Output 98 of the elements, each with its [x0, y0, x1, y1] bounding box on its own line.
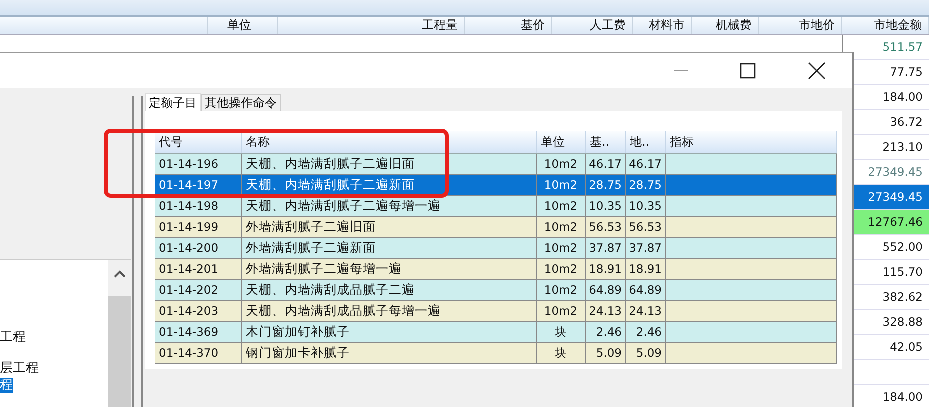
table-row[interactable]: 01-14-198 天棚、内墙满刮腻子二遍每增一遍 10m2 10.35 10.35	[155, 196, 837, 217]
scroll-up-icon[interactable]	[114, 270, 126, 278]
splitter[interactable]	[132, 96, 143, 407]
table-cell: 24.13	[626, 301, 666, 321]
column-header[interactable]: 基价	[465, 17, 552, 34]
amount-cell: 12767.46	[868, 215, 923, 229]
table-cell: 28.75	[586, 175, 626, 195]
table-row[interactable]: 01-14-197 天棚、内墙满刮腻子二遍新面 10m2 28.75 28.75	[155, 175, 837, 196]
table-cell: 外墙满刮腻子二遍每增一遍	[242, 259, 537, 279]
amount-cell: 552.00	[882, 240, 923, 254]
table-cell: 01-14-203	[155, 301, 242, 321]
table-cell: 01-14-369	[155, 322, 242, 342]
table-cell: 外墙满刮腻子二遍旧面	[242, 217, 537, 237]
column-header[interactable]: 单位	[208, 17, 278, 34]
table-row[interactable]: 01-14-202 天棚、内墙满刮成品腻子二遍 10m2 64.89 64.89	[155, 280, 837, 301]
table-cell: 块	[537, 343, 586, 363]
tree-item[interactable]: 程	[0, 378, 13, 393]
table-cell: 01-14-199	[155, 217, 242, 237]
table-cell: 46.17	[586, 154, 626, 174]
column-header[interactable]: 代号	[155, 131, 242, 153]
tab[interactable]: 其他操作命令	[201, 94, 281, 111]
table-cell: 2.46	[626, 322, 666, 342]
close-icon[interactable]	[808, 62, 826, 80]
amount-cell: 36.72	[890, 115, 923, 129]
amount-cell: 184.00	[882, 90, 923, 104]
table-cell: 56.53	[626, 217, 666, 237]
amount-cell: 115.70	[882, 265, 923, 279]
amount-cell: 328.88	[882, 315, 923, 329]
amount-cell: 27349.45	[868, 190, 923, 204]
table-row[interactable]: 01-14-201 外墙满刮腻子二遍每增一遍 10m2 18.91 18.91	[155, 259, 837, 280]
table-cell: 01-14-201	[155, 259, 242, 279]
table-cell: 01-14-197	[155, 175, 242, 195]
table-cell: 10m2	[537, 301, 586, 321]
table-cell: 46.17	[626, 154, 666, 174]
maximize-icon[interactable]	[740, 62, 756, 78]
amount-cell: 27349.45	[868, 165, 923, 179]
tree-item[interactable]: 层工程	[0, 361, 39, 376]
table-cell: 5.09	[586, 343, 626, 363]
table-cell: 5.09	[626, 343, 666, 363]
table-row[interactable]: 01-14-196 天棚、内墙满刮腻子二遍旧面 10m2 46.17 46.17	[155, 154, 837, 175]
table-cell: 天棚、内墙满刮成品腻子每增一遍	[242, 301, 537, 321]
table-row[interactable]: 01-14-200 外墙满刮腻子二遍新面 10m2 37.87 37.87	[155, 238, 837, 259]
column-header[interactable]: 市地价	[759, 17, 842, 34]
column-header[interactable]: 机械费	[692, 17, 759, 34]
table-cell: 钢门窗加卡补腻子	[242, 343, 537, 363]
amount-cell: 77.75	[890, 65, 923, 79]
table-cell: 01-14-202	[155, 280, 242, 300]
table-cell: 24.13	[586, 301, 626, 321]
tab[interactable]: 定额子目	[145, 93, 201, 112]
table-cell: 天棚、内墙满刮腻子二遍旧面	[242, 154, 537, 174]
table-row[interactable]: 01-14-369 木门窗加钉补腻子 块 2.46 2.46	[155, 322, 837, 343]
amount-cell: 42.05	[890, 340, 923, 354]
table-cell: 10m2	[537, 238, 586, 258]
amount-cell: 511.57	[882, 40, 923, 54]
column-header[interactable]: 材料市	[633, 17, 692, 34]
scrollbar[interactable]	[108, 260, 131, 407]
table-cell: 01-14-200	[155, 238, 242, 258]
table-cell: 10m2	[537, 196, 586, 216]
table-cell: 2.46	[586, 322, 626, 342]
column-header[interactable]: 指标	[666, 131, 837, 153]
table-cell: 18.91	[586, 259, 626, 279]
column-header[interactable]: 名称	[242, 131, 537, 153]
table-cell: 10.35	[626, 196, 666, 216]
column-header[interactable]: 工程量	[278, 17, 465, 34]
table-cell: 64.89	[586, 280, 626, 300]
table-cell: 天棚、内墙满刮成品腻子二遍	[242, 280, 537, 300]
column-header[interactable]: 人工费	[552, 17, 633, 34]
table-cell: 10m2	[537, 175, 586, 195]
table-cell: 10m2	[537, 259, 586, 279]
table-cell: 木门窗加钉补腻子	[242, 322, 537, 342]
table-cell: 10m2	[537, 217, 586, 237]
table-cell: 天棚、内墙满刮腻子二遍新面	[242, 175, 537, 195]
column-header[interactable]: 市地金额	[842, 17, 929, 34]
table-cell: 56.53	[586, 217, 626, 237]
tree-item[interactable]: 工程	[0, 330, 26, 345]
column-header[interactable]: 基..	[586, 131, 626, 153]
table-cell: 64.89	[626, 280, 666, 300]
table-cell: 外墙满刮腻子二遍新面	[242, 238, 537, 258]
table-cell: 10.35	[586, 196, 626, 216]
table-cell: 18.91	[626, 259, 666, 279]
table-cell: 01-14-196	[155, 154, 242, 174]
table-cell: 块	[537, 322, 586, 342]
table-cell: 10m2	[537, 280, 586, 300]
table-cell: 天棚、内墙满刮腻子二遍每增一遍	[242, 196, 537, 216]
table-cell: 10m2	[537, 154, 586, 174]
amount-cell: 213.10	[882, 140, 923, 154]
table-cell: 37.87	[626, 238, 666, 258]
column-header[interactable]: 地..	[626, 131, 666, 153]
table-row[interactable]: 01-14-203 天棚、内墙满刮成品腻子每增一遍 10m2 24.13 24.13	[155, 301, 837, 322]
amount-cell: 382.62	[882, 290, 923, 304]
table-cell: 28.75	[626, 175, 666, 195]
table-row[interactable]: 01-14-199 外墙满刮腻子二遍旧面 10m2 56.53 56.53	[155, 217, 837, 238]
column-header[interactable]: 单位	[537, 131, 586, 153]
table-cell: 01-14-370	[155, 343, 242, 363]
table-cell: 01-14-198	[155, 196, 242, 216]
table-row[interactable]: 01-14-370 钢门窗加卡补腻子 块 5.09 5.09	[155, 343, 837, 364]
table-cell: 37.87	[586, 238, 626, 258]
amount-cell: 184.00	[882, 390, 923, 404]
